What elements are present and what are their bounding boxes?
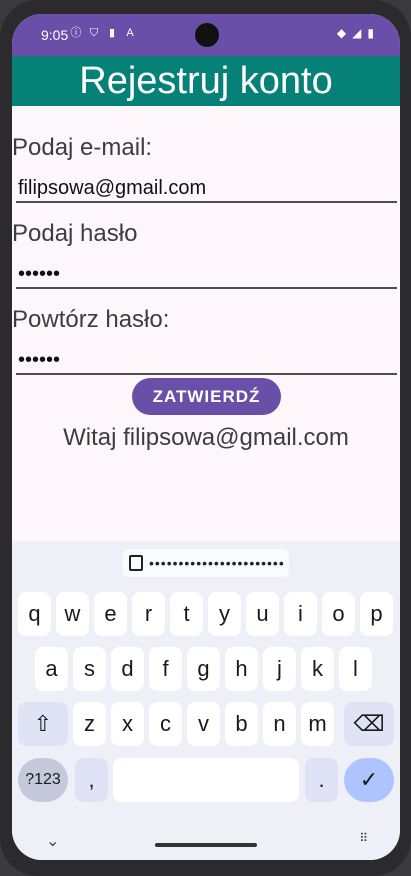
key-l[interactable]: l	[339, 647, 372, 691]
key-z[interactable]: z	[73, 702, 106, 746]
enter-key[interactable]: ✓	[344, 758, 394, 802]
on-screen-keyboard: ••••••••••••••••••••••• q w e r t y u i …	[12, 541, 400, 860]
shield-icon: ⛉	[89, 27, 99, 39]
battery-icon: ▮	[367, 26, 374, 40]
chevron-down-icon[interactable]: ⌄	[46, 831, 59, 851]
key-m[interactable]: m	[301, 702, 334, 746]
password-field[interactable]: ••••••	[16, 259, 397, 289]
key-n[interactable]: n	[263, 702, 296, 746]
symbols-key[interactable]: ?123	[18, 758, 68, 802]
status-bar: 9:05 ⓘ ⛉ ▮ A ◆ ◢ ▮	[12, 14, 400, 56]
email-field[interactable]: filipsowa@gmail.com	[16, 173, 397, 203]
key-c[interactable]: c	[149, 702, 182, 746]
front-camera	[195, 23, 219, 47]
backspace-icon: ⌫	[353, 711, 385, 736]
suggestion-text: •••••••••••••••••••••••	[149, 555, 285, 571]
welcome-text: Witaj filipsowa@gmail.com	[63, 424, 349, 451]
app-title: Rejestruj konto	[79, 60, 333, 102]
signal-icon: ◢	[352, 26, 362, 40]
key-r[interactable]: r	[132, 592, 165, 636]
space-key[interactable]	[113, 758, 299, 802]
backspace-key[interactable]: ⌫	[344, 702, 394, 746]
sd-card-icon: ▮	[108, 27, 116, 39]
key-o[interactable]: o	[322, 592, 355, 636]
phone-frame: 9:05 ⓘ ⛉ ▮ A ◆ ◢ ▮ Rejestruj konto Podaj…	[0, 0, 411, 876]
key-p[interactable]: p	[360, 592, 393, 636]
clipboard-suggestion[interactable]: •••••••••••••••••••••••	[123, 549, 289, 577]
info-icon: ⓘ	[70, 27, 82, 39]
status-icons-right: ◆ ◢ ▮	[337, 26, 374, 40]
comma-key[interactable]: ,	[75, 758, 108, 802]
repeat-password-field[interactable]: ••••••	[16, 345, 397, 375]
key-b[interactable]: b	[225, 702, 258, 746]
key-y[interactable]: y	[208, 592, 241, 636]
app-bar: Rejestruj konto	[12, 56, 400, 106]
email-label: Podaj e-mail:	[12, 134, 153, 161]
key-q[interactable]: q	[18, 592, 51, 636]
key-g[interactable]: g	[187, 647, 220, 691]
screen: 9:05 ⓘ ⛉ ▮ A ◆ ◢ ▮ Rejestruj konto Podaj…	[12, 14, 400, 860]
registration-form: Podaj e-mail: filipsowa@gmail.com Podaj …	[12, 106, 400, 551]
key-e[interactable]: e	[94, 592, 127, 636]
key-h[interactable]: h	[225, 647, 258, 691]
key-w[interactable]: w	[56, 592, 89, 636]
key-x[interactable]: x	[111, 702, 144, 746]
home-handle[interactable]	[155, 843, 257, 847]
key-a[interactable]: a	[35, 647, 68, 691]
key-i[interactable]: i	[284, 592, 317, 636]
keyboard-grid-icon[interactable]: ⠿	[359, 831, 368, 845]
key-t[interactable]: t	[170, 592, 203, 636]
shift-key[interactable]: ⇧	[18, 702, 68, 746]
repeat-password-label: Powtórz hasło:	[12, 306, 170, 333]
confirm-button[interactable]: ZATWIERDŹ	[132, 378, 281, 415]
status-icons-left: ⓘ ⛉ ▮ A	[70, 27, 136, 39]
key-u[interactable]: u	[246, 592, 279, 636]
key-j[interactable]: j	[263, 647, 296, 691]
key-s[interactable]: s	[73, 647, 106, 691]
key-f[interactable]: f	[149, 647, 182, 691]
navigation-bar: ⌄ ⠿	[12, 831, 400, 860]
key-d[interactable]: d	[111, 647, 144, 691]
key-v[interactable]: v	[187, 702, 220, 746]
check-icon: ✓	[359, 767, 379, 792]
a-icon: A	[126, 27, 134, 39]
status-time: 9:05	[41, 27, 69, 43]
shift-icon: ⇧	[33, 711, 53, 736]
clipboard-icon	[129, 555, 143, 571]
period-key[interactable]: .	[305, 758, 338, 802]
password-label: Podaj hasło	[12, 220, 138, 247]
wifi-icon: ◆	[336, 26, 347, 40]
key-k[interactable]: k	[301, 647, 334, 691]
